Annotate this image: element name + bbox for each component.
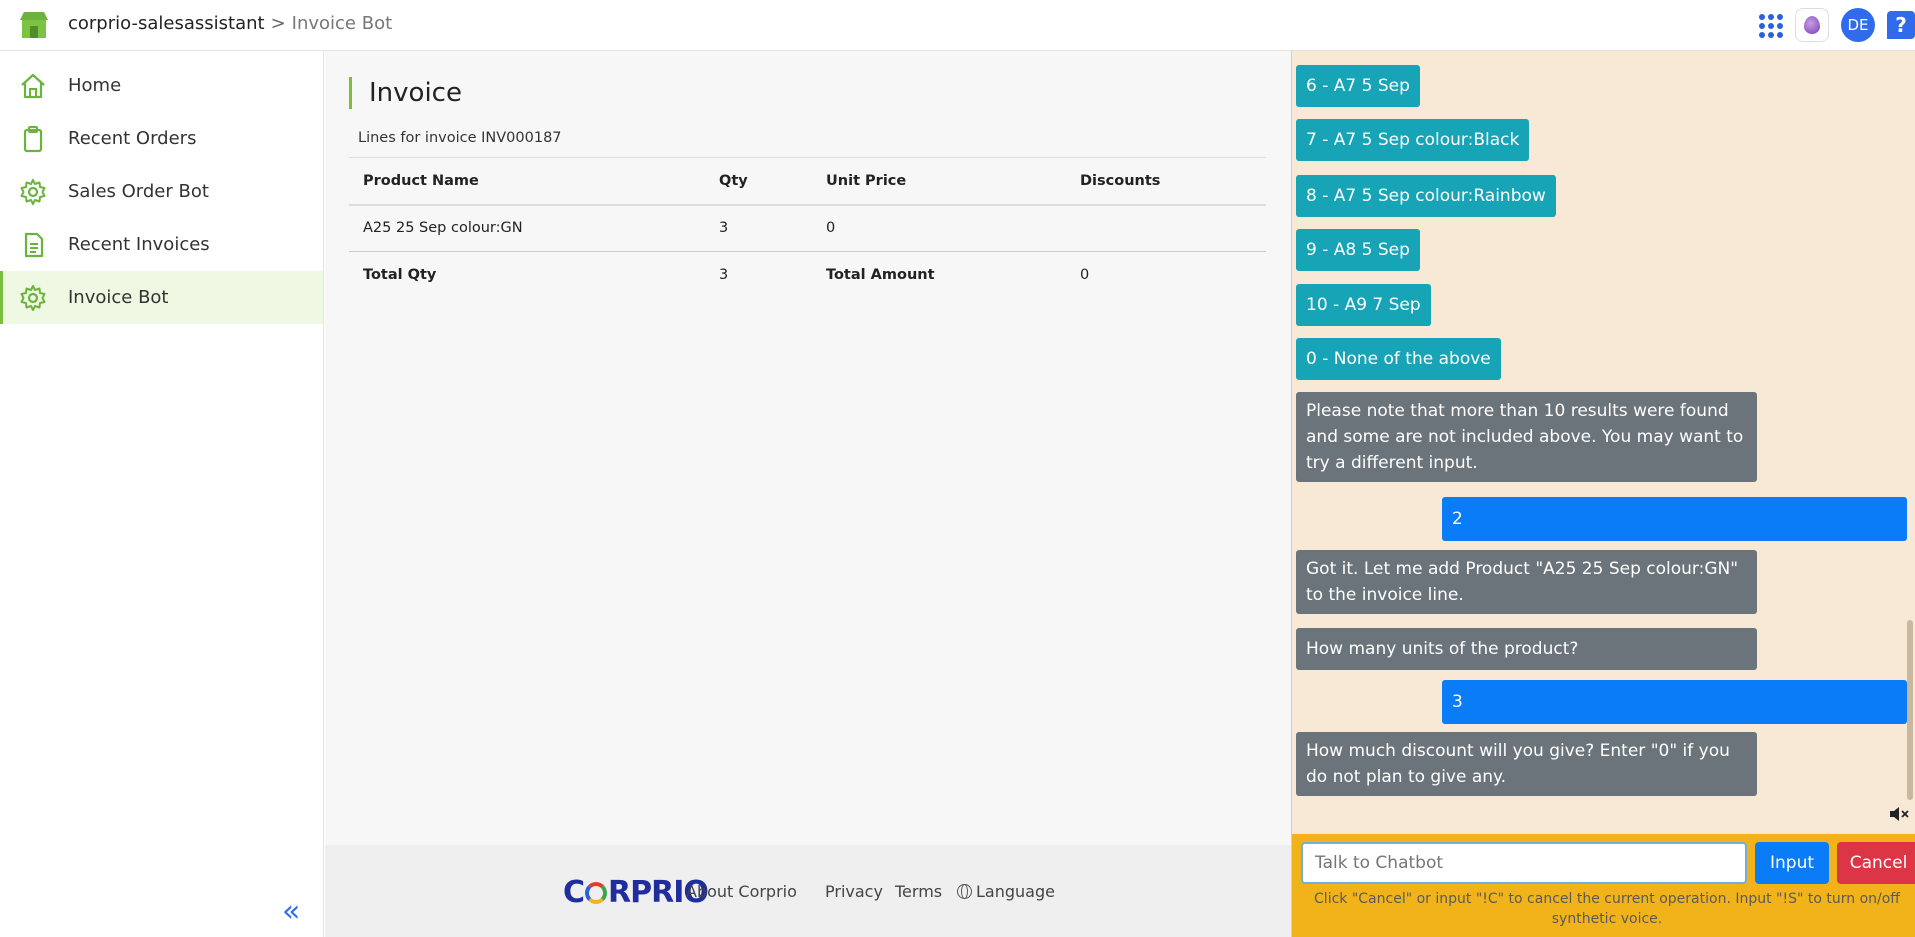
- sidebar-item-sales-order-bot[interactable]: Sales Order Bot: [0, 165, 323, 218]
- onion-icon[interactable]: [1795, 8, 1829, 42]
- sidebar-item-label: Home: [68, 75, 122, 96]
- column-header: Product Name: [349, 157, 705, 206]
- privacy-link[interactable]: Privacy: [825, 882, 883, 901]
- bot-message: How much discount will you give? Enter "…: [1296, 732, 1757, 796]
- user-message: 2: [1442, 497, 1907, 541]
- chat-input[interactable]: [1301, 842, 1747, 884]
- chat-option[interactable]: 0 - None of the above: [1296, 338, 1501, 380]
- chevron-right-icon: >: [270, 13, 286, 34]
- column-header: Qty: [705, 157, 812, 206]
- document-icon: [18, 230, 48, 260]
- breadcrumb-current: Invoice Bot: [291, 13, 393, 34]
- footer: C RPRIO About Corprio Privacy Terms Langu…: [325, 845, 1291, 937]
- chat-option[interactable]: 8 - A7 5 Sep colour:Rainbow: [1296, 175, 1556, 217]
- invoice-subtitle: Lines for invoice INV000187: [358, 130, 562, 146]
- column-header: Discounts: [1066, 157, 1266, 206]
- chat-option[interactable]: 6 - A7 5 Sep: [1296, 65, 1420, 107]
- clipboard-icon: [18, 124, 48, 154]
- sidebar-item-label: Recent Invoices: [68, 234, 210, 255]
- help-icon[interactable]: ?: [1887, 11, 1915, 39]
- table-header-row: Product Name Qty Unit Price Discounts: [349, 157, 1266, 206]
- chat-hint: Click "Cancel" or input "!C" to cancel t…: [1314, 891, 1900, 927]
- terms-link[interactable]: Terms: [895, 882, 942, 901]
- mute-speaker-icon[interactable]: [1889, 806, 1911, 826]
- globe-icon: [957, 884, 972, 899]
- home-icon: [18, 71, 48, 101]
- top-bar: corprio-salesassistant > Invoice Bot DE …: [0, 0, 1915, 51]
- sidebar-item-home[interactable]: Home: [0, 59, 323, 112]
- gear-icon: [18, 283, 48, 313]
- cell-qty: 3: [705, 204, 812, 252]
- chat-input-bar: Input Cancel Click "Cancel" or input "!C…: [1292, 834, 1915, 937]
- column-header: Unit Price: [812, 157, 1066, 206]
- cancel-button[interactable]: Cancel: [1837, 842, 1915, 884]
- language-link[interactable]: Language: [957, 882, 1055, 901]
- chat-option[interactable]: 9 - A8 5 Sep: [1296, 229, 1420, 271]
- bot-message: Please note that more than 10 results we…: [1296, 392, 1757, 482]
- input-button[interactable]: Input: [1755, 842, 1829, 884]
- sidebar-item-invoice-bot[interactable]: Invoice Bot: [0, 271, 323, 324]
- chat-option[interactable]: 7 - A7 5 Sep colour:Black: [1296, 119, 1530, 161]
- sidebar-item-recent-orders[interactable]: Recent Orders: [0, 112, 323, 165]
- bot-message: Got it. Let me add Product "A25 25 Sep c…: [1296, 550, 1757, 614]
- table-row: A25 25 Sep colour:GN 3 0: [349, 204, 1266, 252]
- page-title: Invoice: [349, 77, 462, 109]
- bot-message: How many units of the product?: [1296, 628, 1757, 670]
- total-amount-label: Total Amount: [812, 251, 1066, 299]
- sidebar-item-label: Invoice Bot: [68, 287, 169, 308]
- chat-scrollbar[interactable]: [1907, 620, 1913, 800]
- store-logo-icon[interactable]: [18, 10, 50, 40]
- breadcrumb: corprio-salesassistant > Invoice Bot: [68, 13, 392, 34]
- sidebar-item-label: Recent Orders: [68, 128, 197, 149]
- total-row: Total Qty 3 Total Amount 0: [349, 251, 1266, 299]
- collapse-sidebar-icon[interactable]: «: [282, 894, 300, 929]
- about-link[interactable]: About Corprio: [686, 882, 797, 901]
- sidebar-item-label: Sales Order Bot: [68, 181, 209, 202]
- sidebar: Home Recent Orders Sales Order Bot Recen…: [0, 51, 324, 937]
- chat-option[interactable]: 10 - A9 7 Sep: [1296, 284, 1431, 326]
- invoice-lines-table: Product Name Qty Unit Price Discounts A2…: [349, 157, 1266, 299]
- breadcrumb-app[interactable]: corprio-salesassistant: [68, 13, 265, 34]
- user-message: 3: [1442, 680, 1907, 724]
- apps-grid-icon[interactable]: [1757, 12, 1783, 38]
- logo-o-icon: [585, 882, 608, 904]
- total-qty-value: 3: [705, 251, 812, 299]
- cell-discounts: [1066, 204, 1266, 252]
- avatar[interactable]: DE: [1841, 8, 1875, 42]
- gear-icon: [18, 177, 48, 207]
- total-qty-label: Total Qty: [349, 251, 705, 299]
- cell-product-name: A25 25 Sep colour:GN: [349, 204, 705, 252]
- sidebar-item-recent-invoices[interactable]: Recent Invoices: [0, 218, 323, 271]
- cell-unit-price: 0: [812, 204, 1066, 252]
- main-content: Invoice Lines for invoice INV000187 Prod…: [325, 51, 1291, 845]
- total-amount-value: 0: [1066, 251, 1266, 299]
